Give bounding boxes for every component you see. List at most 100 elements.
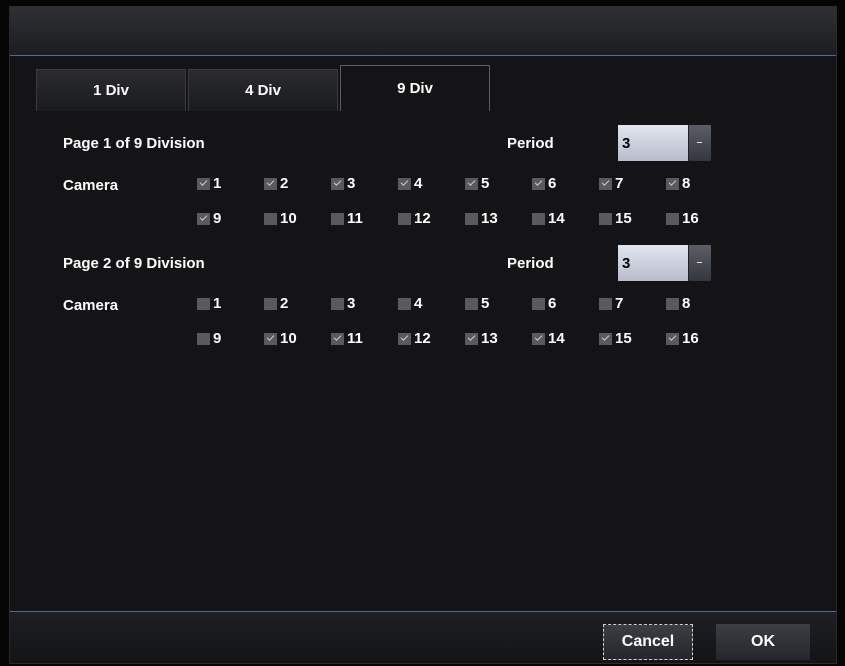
checkbox-unchecked-icon[interactable] bbox=[398, 297, 411, 310]
page-1-camera-label: Camera bbox=[63, 177, 119, 194]
camera-number-label: 3 bbox=[347, 295, 356, 312]
camera-number-label: 9 bbox=[213, 210, 222, 227]
page-1-camera-7-checkbox[interactable]: 7 bbox=[599, 175, 623, 192]
checkbox-checked-icon[interactable] bbox=[331, 332, 344, 345]
page-2-camera-12-checkbox[interactable]: 12 bbox=[398, 330, 431, 347]
checkbox-unchecked-icon[interactable] bbox=[599, 212, 612, 225]
camera-number-label: 3 bbox=[347, 175, 356, 192]
page-1-camera-9-checkbox[interactable]: 9 bbox=[197, 210, 221, 227]
page-2-camera-16-checkbox[interactable]: 16 bbox=[666, 330, 699, 347]
checkbox-checked-icon[interactable] bbox=[599, 177, 612, 190]
page-2-camera-9-checkbox[interactable]: 9 bbox=[197, 330, 221, 347]
camera-number-label: 5 bbox=[481, 295, 490, 312]
checkbox-unchecked-icon[interactable] bbox=[331, 297, 344, 310]
checkbox-checked-icon[interactable] bbox=[599, 332, 612, 345]
checkbox-checked-icon[interactable] bbox=[465, 177, 478, 190]
page-2-camera-label: Camera bbox=[63, 297, 119, 314]
camera-number-label: 12 bbox=[414, 210, 431, 227]
page-1-camera-10-checkbox[interactable]: 10 bbox=[264, 210, 297, 227]
checkbox-unchecked-icon[interactable] bbox=[465, 212, 478, 225]
division-settings-dialog: 1 Div 4 Div 9 Div Page 1 of 9 Division P… bbox=[9, 6, 837, 664]
camera-number-label: 4 bbox=[414, 295, 423, 312]
checkbox-unchecked-icon[interactable] bbox=[264, 297, 277, 310]
checkbox-checked-icon[interactable] bbox=[264, 177, 277, 190]
page-2-period-value: 3 bbox=[618, 245, 688, 281]
page-1-camera-15-checkbox[interactable]: 15 bbox=[599, 210, 632, 227]
tab-1-div[interactable]: 1 Div bbox=[36, 69, 186, 111]
page-2-camera-14-checkbox[interactable]: 14 bbox=[532, 330, 565, 347]
checkbox-checked-icon[interactable] bbox=[197, 177, 210, 190]
camera-number-label: 2 bbox=[280, 175, 289, 192]
page-2-camera-7-checkbox[interactable]: 7 bbox=[599, 295, 623, 312]
page-1-title: Page 1 of 9 Division bbox=[63, 135, 205, 152]
page-2-camera-4-checkbox[interactable]: 4 bbox=[398, 295, 422, 312]
checkbox-unchecked-icon[interactable] bbox=[599, 297, 612, 310]
camera-number-label: 5 bbox=[481, 175, 490, 192]
page-2-camera-8-checkbox[interactable]: 8 bbox=[666, 295, 690, 312]
page-1-camera-16-checkbox[interactable]: 16 bbox=[666, 210, 699, 227]
camera-number-label: 7 bbox=[615, 175, 624, 192]
checkbox-unchecked-icon[interactable] bbox=[666, 297, 679, 310]
page-1-camera-3-checkbox[interactable]: 3 bbox=[331, 175, 355, 192]
page-1-camera-5-checkbox[interactable]: 5 bbox=[465, 175, 489, 192]
dropdown-arrow-icon[interactable] bbox=[688, 125, 711, 161]
page-1-camera-2-checkbox[interactable]: 2 bbox=[264, 175, 288, 192]
camera-number-label: 6 bbox=[548, 175, 557, 192]
page-2-period-select[interactable]: 3 bbox=[618, 245, 711, 281]
camera-number-label: 6 bbox=[548, 295, 557, 312]
checkbox-unchecked-icon[interactable] bbox=[398, 212, 411, 225]
page-1-camera-14-checkbox[interactable]: 14 bbox=[532, 210, 565, 227]
checkbox-unchecked-icon[interactable] bbox=[197, 297, 210, 310]
tab-4-div[interactable]: 4 Div bbox=[188, 69, 338, 111]
checkbox-checked-icon[interactable] bbox=[666, 177, 679, 190]
checkbox-checked-icon[interactable] bbox=[465, 332, 478, 345]
camera-number-label: 9 bbox=[213, 330, 222, 347]
checkbox-unchecked-icon[interactable] bbox=[331, 212, 344, 225]
page-1-period-select[interactable]: 3 bbox=[618, 125, 711, 161]
checkbox-unchecked-icon[interactable] bbox=[532, 212, 545, 225]
page-1-camera-4-checkbox[interactable]: 4 bbox=[398, 175, 422, 192]
page-2-camera-11-checkbox[interactable]: 11 bbox=[331, 330, 363, 347]
page-1-period-value: 3 bbox=[618, 125, 688, 161]
page-2-camera-15-checkbox[interactable]: 15 bbox=[599, 330, 632, 347]
division-tabs: 1 Div 4 Div 9 Div bbox=[36, 65, 836, 115]
page-2-camera-13-checkbox[interactable]: 13 bbox=[465, 330, 498, 347]
page-1-camera-13-checkbox[interactable]: 13 bbox=[465, 210, 498, 227]
ok-button[interactable]: OK bbox=[716, 624, 810, 660]
checkbox-checked-icon[interactable] bbox=[398, 332, 411, 345]
checkbox-checked-icon[interactable] bbox=[532, 177, 545, 190]
checkbox-unchecked-icon[interactable] bbox=[465, 297, 478, 310]
page-2-camera-10-checkbox[interactable]: 10 bbox=[264, 330, 297, 347]
checkbox-checked-icon[interactable] bbox=[398, 177, 411, 190]
page-1-camera-12-checkbox[interactable]: 12 bbox=[398, 210, 431, 227]
page-1-camera-8-checkbox[interactable]: 8 bbox=[666, 175, 690, 192]
page-2-camera-6-checkbox[interactable]: 6 bbox=[532, 295, 556, 312]
page-2-camera-5-checkbox[interactable]: 5 bbox=[465, 295, 489, 312]
checkbox-unchecked-icon[interactable] bbox=[264, 212, 277, 225]
cancel-button[interactable]: Cancel bbox=[603, 624, 693, 660]
page-1-period-label: Period bbox=[507, 135, 554, 152]
checkbox-unchecked-icon[interactable] bbox=[532, 297, 545, 310]
checkbox-checked-icon[interactable] bbox=[666, 332, 679, 345]
page-2-title: Page 2 of 9 Division bbox=[63, 255, 205, 272]
checkbox-checked-icon[interactable] bbox=[532, 332, 545, 345]
camera-number-label: 14 bbox=[548, 330, 565, 347]
page-1-camera-6-checkbox[interactable]: 6 bbox=[532, 175, 556, 192]
camera-number-label: 16 bbox=[682, 210, 699, 227]
page-2-camera-1-checkbox[interactable]: 1 bbox=[197, 295, 221, 312]
checkbox-checked-icon[interactable] bbox=[197, 212, 210, 225]
page-2-camera-3-checkbox[interactable]: 3 bbox=[331, 295, 355, 312]
checkbox-checked-icon[interactable] bbox=[264, 332, 277, 345]
camera-number-label: 10 bbox=[280, 210, 297, 227]
camera-number-label: 15 bbox=[615, 330, 632, 347]
camera-number-label: 1 bbox=[213, 175, 222, 192]
dropdown-arrow-icon[interactable] bbox=[688, 245, 711, 281]
tab-9-div[interactable]: 9 Div bbox=[340, 65, 490, 111]
camera-number-label: 13 bbox=[481, 210, 498, 227]
page-2-camera-2-checkbox[interactable]: 2 bbox=[264, 295, 288, 312]
checkbox-unchecked-icon[interactable] bbox=[197, 332, 210, 345]
page-1-camera-11-checkbox[interactable]: 11 bbox=[331, 210, 363, 227]
checkbox-checked-icon[interactable] bbox=[331, 177, 344, 190]
checkbox-unchecked-icon[interactable] bbox=[666, 212, 679, 225]
page-1-camera-1-checkbox[interactable]: 1 bbox=[197, 175, 221, 192]
